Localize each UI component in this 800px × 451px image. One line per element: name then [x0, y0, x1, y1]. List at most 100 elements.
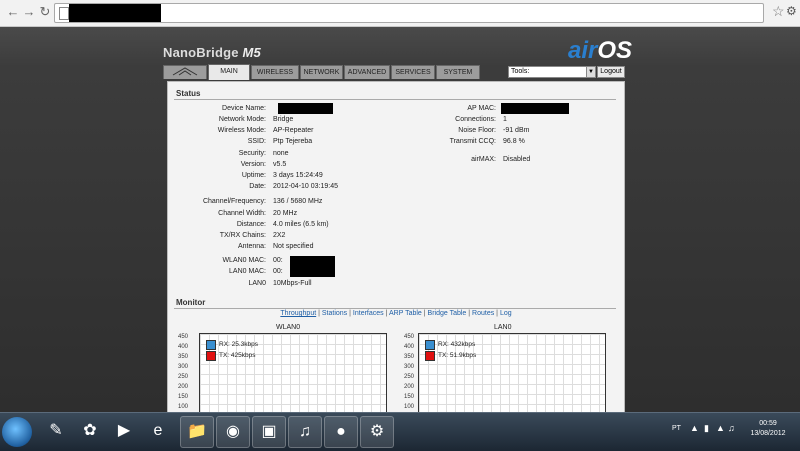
tray-expand-icon[interactable]: ▲ [690, 423, 699, 433]
label-ssid: SSID: [247, 138, 266, 145]
y-tick: 200 [177, 384, 188, 390]
label-channel-frequency: Channel/Frequency: [202, 198, 266, 205]
value-network-mode: Bridge [273, 116, 294, 123]
y-tick: 400 [177, 344, 188, 350]
brand-name: NanoBridge [163, 45, 239, 60]
redacted-device-name [278, 103, 333, 114]
status-divider [174, 99, 616, 100]
value-ssid: Ptp Tejereba [273, 138, 313, 145]
link-bridge-table[interactable]: Bridge Table [428, 310, 467, 317]
settings-icon[interactable]: ⚙ [360, 416, 394, 448]
logout-button[interactable]: Logout [597, 66, 625, 78]
value-txrx-chains: 2X2 [273, 232, 286, 239]
tab-system[interactable]: SYSTEM [436, 65, 480, 79]
paint-icon[interactable]: ✿ [74, 416, 106, 446]
system-clock[interactable]: 00:59 13/08/2012 [742, 419, 794, 439]
label-device-name: Device Name: [222, 105, 266, 112]
value-date: 2012-04-10 03:19:45 [273, 183, 338, 190]
windows-start-icon[interactable] [2, 417, 32, 447]
legend-rx-text: RX: 25.3kbps [219, 341, 259, 348]
main-panel: Status Device Name: Network Mode: Bridge … [167, 81, 625, 420]
value-distance: 4.0 miles (6.5 km) [273, 221, 329, 228]
address-bar[interactable] [54, 3, 764, 23]
legend-rx-text: RX: 432kbps [438, 341, 476, 348]
redacted-mac-addresses [290, 256, 335, 277]
y-tick: 150 [403, 394, 414, 400]
value-channel-frequency: 136 / 5680 MHz [273, 198, 323, 205]
label-lan0-mac: LAN0 MAC: [229, 268, 266, 275]
y-tick: 450 [403, 334, 414, 340]
y-tick: 250 [177, 374, 188, 380]
chrome-icon[interactable]: ◉ [216, 416, 250, 448]
y-tick: 250 [403, 374, 414, 380]
tab-network[interactable]: NETWORK [300, 65, 343, 79]
tab-advanced[interactable]: ADVANCED [344, 65, 390, 79]
monitor-links: Throughput | Stations | Interfaces | ARP… [280, 310, 512, 317]
label-airmax: airMAX: [471, 156, 496, 163]
language-indicator[interactable]: PT [672, 425, 681, 432]
messenger-icon[interactable]: ● [324, 416, 358, 448]
wrench-icon[interactable]: ⚙ [786, 4, 797, 18]
wifi-signal-icon[interactable]: ▲ [716, 423, 725, 433]
value-transmit-ccq: 96.8 % [503, 138, 525, 145]
monitor-title: Monitor [176, 298, 206, 307]
y-tick: 200 [403, 384, 414, 390]
legend-tx: TX: 51.9kbps [425, 351, 476, 362]
value-security: none [273, 150, 289, 157]
chevron-down-icon: ▼ [586, 67, 595, 77]
airos-logo: airOS [568, 37, 632, 65]
tab-services[interactable]: SERVICES [391, 65, 435, 79]
status-title: Status [176, 89, 201, 98]
legend-tx-text: TX: 425kbps [219, 352, 256, 359]
itunes-icon[interactable]: ♫ [288, 416, 322, 448]
file-explorer-icon[interactable]: 📁 [180, 416, 214, 448]
link-routes[interactable]: Routes [472, 310, 494, 317]
monitor-divider [174, 308, 616, 309]
link-stations[interactable]: Stations [322, 310, 347, 317]
label-wlan0-mac: WLAN0 MAC: [222, 257, 266, 264]
label-version: Version: [240, 161, 266, 168]
y-tick: 100 [177, 404, 188, 410]
battery-icon[interactable]: ▮ [704, 423, 709, 434]
network-icon[interactable]: ▣ [252, 416, 286, 448]
link-interfaces[interactable]: Interfaces [353, 310, 384, 317]
label-connections: Connections: [455, 116, 496, 123]
volume-icon[interactable]: ♫ [728, 423, 735, 433]
value-connections: 1 [503, 116, 507, 123]
value-channel-width: 20 MHz [273, 210, 298, 217]
graph-legend: RX: 432kbps TX: 51.9kbps [425, 340, 476, 362]
label-txrx-chains: TX/RX Chains: [219, 232, 266, 239]
value-noise-floor: -91 dBm [503, 127, 530, 134]
media-player-icon[interactable]: ▶ [108, 416, 140, 446]
link-arp-table[interactable]: ARP Table [389, 310, 422, 317]
link-throughput[interactable]: Throughput [280, 310, 316, 317]
tab-main[interactable]: MAIN [208, 64, 250, 80]
label-lan0: LAN0 [248, 280, 266, 287]
link-log[interactable]: Log [500, 310, 512, 317]
tools-select[interactable]: Tools: ▼ [508, 66, 596, 78]
value-airmax: Disabled [503, 156, 531, 163]
y-tick: 150 [177, 394, 188, 400]
tab-logo[interactable] [163, 65, 207, 79]
legend-tx: TX: 425kbps [206, 351, 258, 362]
graph-title-wlan0: WLAN0 [276, 324, 301, 331]
label-transmit-ccq: Transmit CCQ: [449, 138, 496, 145]
star-icon[interactable]: ☆ [772, 3, 785, 20]
tx-swatch [206, 351, 216, 361]
value-antenna: Not specified [273, 243, 314, 250]
y-tick: 400 [403, 344, 414, 350]
label-network-mode: Network Mode: [218, 116, 266, 123]
brand-model: M5 [242, 45, 261, 60]
internet-explorer-icon[interactable]: e [142, 416, 174, 446]
value-lan0-mac: 00: [273, 268, 283, 275]
browser-toolbar: ← → ↻ ☆ ⚙ [0, 0, 800, 27]
device-brand: NanoBridge M5 [163, 45, 261, 60]
tab-wireless[interactable]: WIRELESS [251, 65, 299, 79]
label-noise-floor: Noise Floor: [458, 127, 496, 134]
label-uptime: Uptime: [241, 172, 266, 179]
clock-time: 00:59 [759, 420, 777, 427]
graph-legend: RX: 25.3kbps TX: 425kbps [206, 340, 258, 362]
label-wireless-mode: Wireless Mode: [217, 127, 266, 134]
reload-icon[interactable]: ↻ [36, 3, 54, 21]
sticky-notes-icon[interactable]: ✎ [40, 416, 72, 446]
